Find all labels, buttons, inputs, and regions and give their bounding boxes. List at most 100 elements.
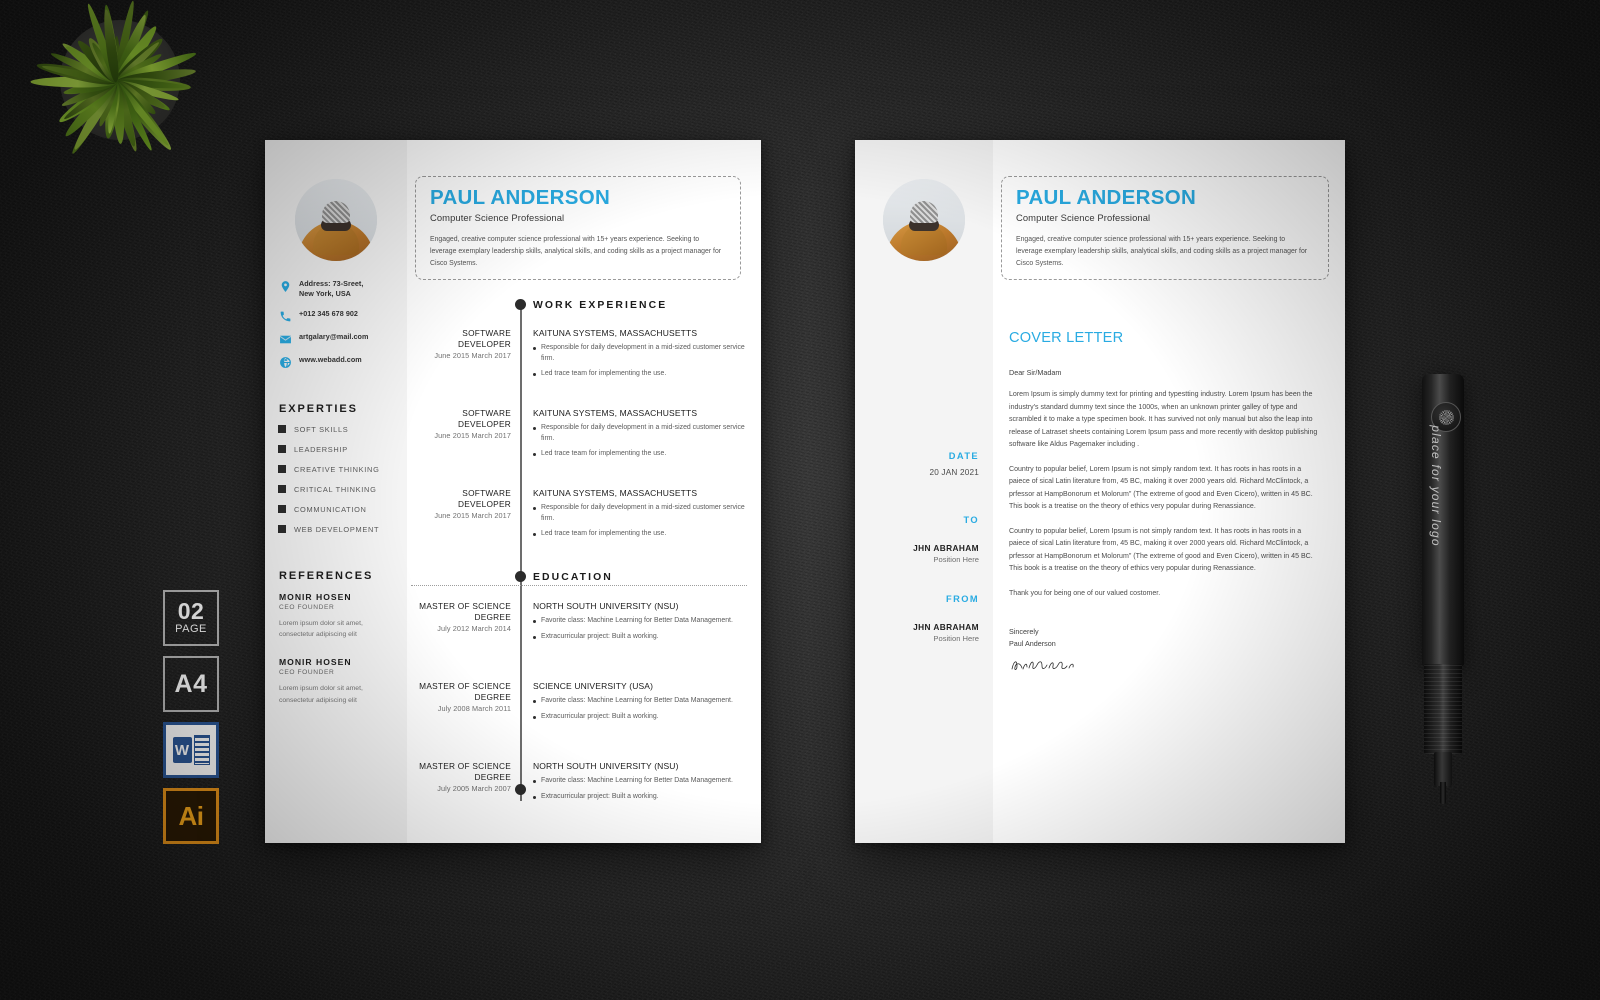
entry-title: SOFTWARE DEVELOPER [458, 488, 511, 509]
bullet-dot-icon [533, 427, 536, 430]
entry-bullet-text: Favorite class: Machine Learning for Bet… [541, 697, 733, 704]
contact-text: +012 345 678 902 [299, 308, 358, 318]
entry-bullet-text: Favorite class: Machine Learning for Bet… [541, 617, 733, 624]
profile-summary: Engaged, creative computer science profe… [430, 236, 722, 267]
references-list: MONIR HOSEN CEO FOUNDER Lorem ipsum dolor … [265, 592, 407, 706]
contact-text: www.webadd.com [299, 354, 362, 364]
pen-nib [1440, 782, 1446, 804]
pen-grip [1424, 664, 1462, 754]
bullet-square-icon [279, 526, 285, 533]
contact-row[interactable]: +012 345 678 902 [279, 309, 407, 323]
cover-letter-paragraph: Thank you for being one of our valued co… [1009, 589, 1161, 597]
page-title: PAUL ANDERSON [430, 186, 611, 209]
bullet-square-icon [279, 426, 285, 433]
from-name: JHN ABRAHAM [913, 622, 979, 632]
scene-vignette [0, 0, 1600, 1000]
entry-date: June 2015 March 2017 [434, 511, 511, 521]
from-position: Position Here [933, 634, 979, 643]
bullet-dot-icon [533, 533, 536, 537]
reference-desc: Lorem ipsum dolor sit amet, consectetur … [279, 684, 363, 704]
references-section: REFERENCES MONIR HOSEN CEO FOUNDER Lorem i… [265, 570, 407, 706]
paper-size-value: A4 [174, 669, 208, 698]
resume-main: PAUL ANDERSON Computer Science Professio… [407, 140, 761, 843]
reference-item: MONIR HOSEN CEO FOUNDER Lorem ipsum dolor … [279, 657, 393, 706]
from-block: FROM JHN ABRAHAM Position Here [855, 594, 993, 643]
experties-list: SOFT SKILLS LEADERSHIP CREATIVE THINKING CR… [265, 425, 407, 534]
entry-bullet-text: Extracurricular project: Built a working… [541, 632, 659, 640]
page-count-badge: 02 PAGE [163, 590, 219, 646]
entry-organization: KAITUNA SYSTEMS, MASSACHUSETTS [533, 328, 698, 338]
entry-bullet-text: Extracurricular project: Built a working… [541, 792, 659, 800]
page-count-value: 02 [177, 597, 205, 624]
cover-letter-title: COVER LETTER [1009, 330, 1124, 346]
reference-role: CEO FOUNDER [279, 668, 335, 676]
date-label: DATE [948, 451, 979, 461]
page-title: PAUL ANDERSON [1016, 186, 1197, 209]
cover-letter-greeting: Dear Sir/Madam [1009, 368, 1062, 377]
bullet-dot-icon [533, 347, 536, 350]
entry-bullet: Favorite class: Machine Learning for Bet… [533, 696, 751, 707]
entry-date: June 2015 March 2017 [434, 431, 511, 441]
entry-organization: SCIENCE UNIVERSITY (USA) [533, 681, 654, 691]
contact-list: Address: 73-Sreet, New York, USA +012 345 … [279, 279, 407, 369]
from-label: FROM [946, 594, 979, 604]
entry-meta: MASTER OF SCIENCE DEGREE July 2008 March … [407, 681, 511, 713]
bullet-dot-icon [533, 715, 536, 719]
cover-letter-paragraphs: Lorem Ipsum is simply dummy text for pri… [1009, 389, 1319, 600]
avatar [883, 179, 965, 261]
entry-bullet: Led trace team for implementing the use. [533, 529, 751, 540]
illustrator-format-badge: Ai [163, 788, 219, 844]
entry-title: MASTER OF SCIENCE DEGREE [419, 681, 511, 702]
bullet-dot-icon [533, 453, 536, 457]
contact-row[interactable]: www.webadd.com [279, 355, 407, 369]
entry-date: June 2015 March 2017 [434, 351, 511, 361]
contact-row[interactable]: artgalary@mail.com [279, 332, 407, 346]
experties-item-label: WEB DEVELOPMENT [294, 524, 380, 534]
timeline-dot-end [515, 784, 526, 795]
cover-letter-main: PAUL ANDERSON Computer Science Professio… [993, 140, 1345, 843]
word-page-icon [193, 735, 210, 765]
cover-letter-paragraph: Lorem Ipsum is simply dummy text for pri… [1009, 391, 1318, 449]
entry-date: July 2012 March 2014 [437, 624, 511, 634]
to-name: JHN ABRAHAM [913, 543, 979, 553]
experties-item: SOFT SKILLS [279, 425, 407, 434]
profile-role: Computer Science Professional [1016, 212, 1151, 223]
to-label: TO [963, 515, 979, 525]
entry-detail: SCIENCE UNIVERSITY (USA) Favorite class: … [533, 681, 751, 722]
pen-body: place for your logo [1422, 374, 1464, 666]
cover-letter-body: Dear Sir/Madam Lorem Ipsum is simply dum… [1009, 368, 1319, 678]
entry-bullet-text: Led trace team for implementing the use. [541, 530, 667, 538]
entry-bullet: Responsible for daily development in a m… [533, 423, 751, 444]
cover-letter-paragraph: Country to popular belief, Lorem Ipsum i… [1009, 465, 1313, 511]
format-badges: 02 PAGE A4 W Ai [163, 590, 219, 854]
entry-bullet: Led trace team for implementing the use. [533, 449, 751, 460]
contact-row[interactable]: Address: 73-Sreet, New York, USA [279, 279, 407, 300]
date-value: 20 JAN 2021 [929, 468, 979, 477]
entry-detail: KAITUNA SYSTEMS, MASSACHUSETTS Responsibl… [533, 328, 751, 380]
entry-bullet: Extracurricular project: Built a working… [533, 712, 751, 723]
background-texture [0, 0, 1600, 1000]
entry-date: July 2008 March 2011 [437, 704, 511, 714]
profile-header-card: PAUL ANDERSON Computer Science Professio… [1001, 176, 1329, 280]
entry-bullet: Led trace team for implementing the use. [533, 369, 751, 380]
experties-item-label: SOFT SKILLS [294, 424, 349, 434]
date-block: DATE 20 JAN 2021 [855, 451, 993, 477]
experties-item: WEB DEVELOPMENT [279, 525, 407, 534]
signature-icon [1011, 661, 1074, 671]
experties-item: LEADERSHIP [279, 445, 407, 454]
entry-date: July 2005 March 2007 [437, 784, 511, 794]
contact-text: Address: 73-Sreet, New York, USA [299, 279, 364, 299]
experties-title: EXPERTIES [279, 402, 358, 415]
entry-meta: MASTER OF SCIENCE DEGREE July 2005 March … [407, 761, 511, 793]
page-count-label: PAGE [175, 622, 207, 635]
timeline: WORK EXPERIENCE SOFTWARE DEVELOPER June 2… [407, 290, 761, 843]
mockup-scene: 02 PAGE A4 W Ai place for your logo Addr… [0, 0, 1600, 1000]
contact-text: artgalary@mail.com [299, 331, 369, 341]
entry-bullet-text: Responsible for daily development in a m… [541, 424, 745, 442]
entry-meta: SOFTWARE DEVELOPER June 2015 March 2017 [407, 328, 511, 360]
experties-item: CRITICAL THINKING [279, 485, 407, 494]
reference-item: MONIR HOSEN CEO FOUNDER Lorem ipsum dolor … [279, 592, 393, 641]
paper-size-badge: A4 [163, 656, 219, 712]
entry-title: MASTER OF SCIENCE DEGREE [419, 761, 511, 782]
bullet-dot-icon [533, 780, 536, 783]
